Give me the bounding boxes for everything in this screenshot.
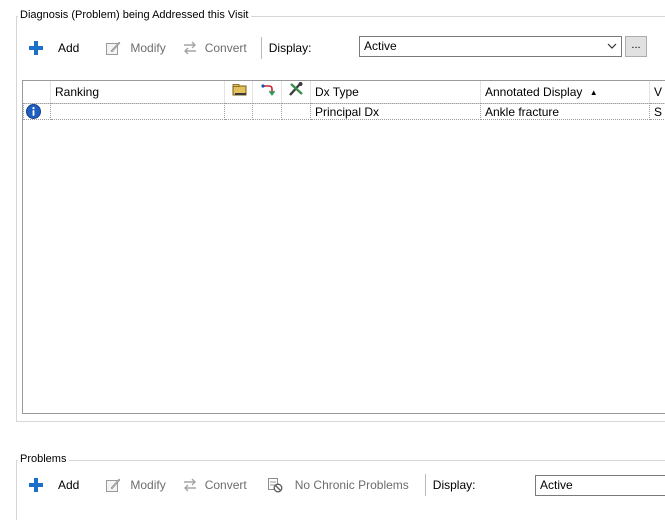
problems-add-button[interactable]: Add — [24, 473, 83, 497]
info-icon — [26, 104, 41, 119]
diagnosis-display-value: Active — [364, 39, 397, 53]
toolbar-separator — [260, 37, 262, 59]
sort-ascending-icon: ▲ — [589, 88, 598, 97]
column-next[interactable]: V — [650, 81, 665, 103]
tools-icon — [288, 81, 304, 103]
problems-add-label: Add — [58, 478, 80, 492]
diagnosis-display-select[interactable]: Active — [359, 36, 622, 57]
plus-icon — [28, 40, 44, 56]
column-tools-icon[interactable] — [282, 81, 311, 103]
column-dx-type[interactable]: Dx Type — [311, 81, 481, 103]
diagnosis-group-title: Diagnosis (Problem) being Addressed this… — [18, 9, 252, 22]
problems-display-value: Active — [540, 478, 573, 492]
column-notes-icon[interactable] — [225, 81, 253, 103]
diagnosis-add-button[interactable]: Add — [24, 36, 83, 60]
convert-arrows-icon — [182, 40, 198, 56]
no-chronic-problems-button[interactable]: No Chronic Problems — [263, 473, 413, 497]
no-chronic-icon — [267, 477, 283, 493]
convert-arrows-icon — [182, 477, 198, 493]
edit-icon — [105, 40, 121, 56]
diagnosis-convert-label: Convert — [204, 41, 247, 55]
problems-modify-button[interactable]: Modify — [101, 473, 169, 497]
tools-cell — [282, 103, 311, 120]
column-ranking[interactable]: Ranking — [51, 81, 225, 103]
problems-convert-label: Convert — [204, 478, 247, 492]
problems-display-select[interactable]: Active — [535, 475, 665, 496]
link-arrows-icon — [260, 81, 276, 103]
notes-cell — [225, 103, 253, 120]
diagnosis-grid: Ranking Dx Type Annotated Display ▲ V Pr… — [22, 80, 665, 414]
column-indicator — [23, 81, 51, 103]
annotated-display-cell: Ankle fracture — [481, 103, 650, 120]
next-col-cell: S — [650, 103, 665, 120]
table-row[interactable]: Principal Dx Ankle fracture S — [23, 103, 665, 120]
row-indicator-cell — [23, 103, 51, 120]
problems-modify-label: Modify — [130, 478, 166, 492]
problems-group-title: Problems — [18, 453, 70, 466]
diagnosis-grid-header: Ranking Dx Type Annotated Display ▲ V — [23, 81, 665, 104]
column-annotated-display[interactable]: Annotated Display ▲ — [481, 81, 650, 103]
chevron-down-icon — [607, 37, 617, 63]
problems-display-label: Display: — [432, 478, 476, 492]
annotated-display-header-label: Annotated Display — [485, 85, 583, 99]
toolbar-separator — [424, 474, 426, 496]
dx-type-cell: Principal Dx — [311, 103, 481, 120]
problems-convert-button[interactable]: Convert — [178, 473, 251, 497]
ranking-cell — [51, 103, 225, 120]
link-cell — [253, 103, 282, 120]
diagnosis-convert-button[interactable]: Convert — [178, 36, 251, 60]
diagnosis-display-more-button[interactable]: ... — [625, 36, 647, 57]
no-chronic-problems-label: No Chronic Problems — [294, 478, 409, 492]
diagnosis-modify-button[interactable]: Modify — [101, 36, 169, 60]
diagnosis-add-label: Add — [58, 41, 80, 55]
folder-icon — [232, 82, 248, 103]
diagnosis-modify-label: Modify — [130, 41, 166, 55]
edit-icon — [105, 477, 121, 493]
column-link-icon[interactable] — [253, 81, 282, 103]
plus-icon — [28, 477, 44, 493]
diagnosis-display-label: Display: — [268, 41, 312, 55]
